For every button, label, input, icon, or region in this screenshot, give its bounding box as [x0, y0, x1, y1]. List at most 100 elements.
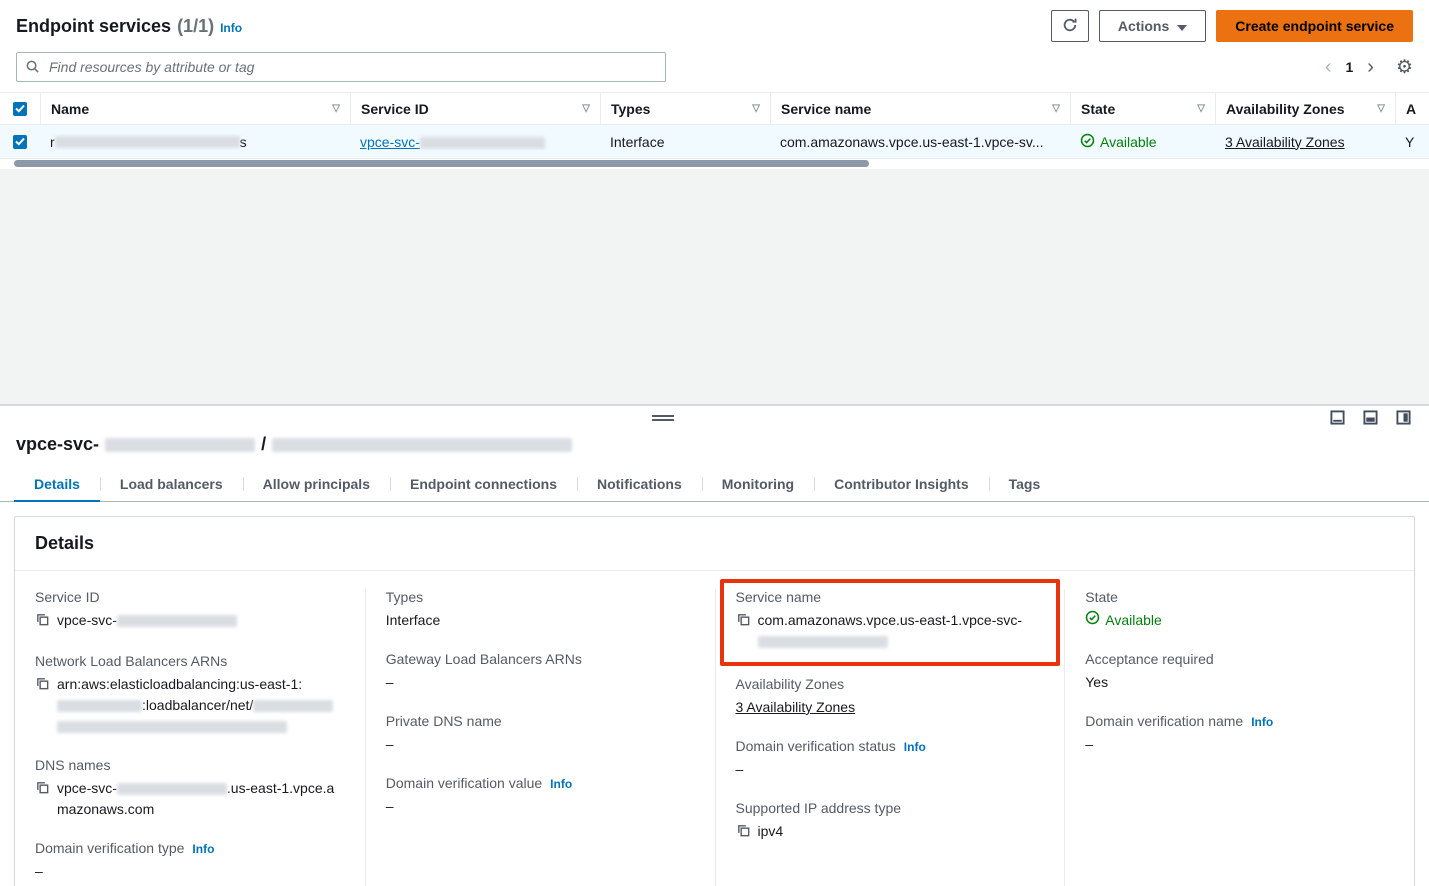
info-link[interactable]: Info	[192, 842, 214, 856]
field-supported-ip-type: Supported IP address type ipv4	[736, 800, 1045, 844]
column-header-state[interactable]: State▽	[1070, 93, 1215, 124]
field-types: Types Interface	[386, 589, 695, 631]
column-header-types[interactable]: Types▽	[600, 93, 770, 124]
details-columns: Service ID vpce-svc- Network Load Balanc…	[15, 571, 1414, 886]
column-header-name[interactable]: Name▽	[40, 93, 350, 124]
field-service-name: Service name com.amazonaws.vpce.us-east-…	[736, 589, 1045, 652]
horizontal-scrollbar-thumb[interactable]	[14, 160, 869, 167]
state-text: Available	[1100, 134, 1157, 150]
create-endpoint-service-button[interactable]: Create endpoint service	[1216, 10, 1413, 42]
filter-caret-icon[interactable]: ▽	[332, 103, 340, 114]
row-name-cell: rs	[40, 134, 350, 150]
copy-icon[interactable]	[35, 676, 50, 697]
copy-icon[interactable]	[35, 780, 50, 801]
tab-monitoring[interactable]: Monitoring	[702, 467, 814, 501]
tab-load-balancers[interactable]: Load balancers	[100, 467, 243, 501]
row-service-name-cell: com.amazonaws.vpce.us-east-1.vpce-sv...	[770, 134, 1070, 150]
redacted-text	[57, 700, 142, 712]
info-link[interactable]: Info	[1251, 715, 1273, 729]
previous-page-icon[interactable]: ‹	[1325, 57, 1332, 77]
select-all-checkbox[interactable]	[0, 102, 40, 116]
tab-endpoint-connections[interactable]: Endpoint connections	[390, 467, 577, 501]
row-types-cell: Interface	[600, 134, 770, 150]
filter-caret-icon[interactable]: ▽	[1197, 103, 1205, 114]
field-private-dns-name: Private DNS name –	[386, 713, 695, 755]
copy-icon[interactable]	[736, 612, 751, 633]
info-link[interactable]: Info	[550, 777, 572, 791]
header-info-link[interactable]: Info	[220, 21, 242, 35]
filter-caret-icon[interactable]: ▽	[752, 103, 760, 114]
split-panel-drag-handle[interactable]	[652, 415, 674, 421]
tab-allow-principals[interactable]: Allow principals	[243, 467, 390, 501]
field-domain-verification-name: Domain verification nameInfo –	[1085, 713, 1394, 755]
refresh-button[interactable]	[1051, 10, 1089, 42]
next-page-icon[interactable]: ›	[1367, 57, 1374, 77]
horizontal-scrollbar	[0, 159, 1429, 169]
field-domain-verification-status: Domain verification statusInfo –	[736, 738, 1045, 780]
actions-button[interactable]: Actions	[1099, 10, 1206, 42]
availability-zones-link[interactable]: 3 Availability Zones	[736, 697, 856, 718]
checkbox-checked-icon[interactable]	[13, 135, 27, 149]
row-service-id-cell: vpce-svc-	[350, 134, 600, 150]
search-icon	[25, 59, 40, 77]
checkbox-checked-icon[interactable]	[13, 102, 27, 116]
filter-caret-icon[interactable]: ▽	[1052, 103, 1060, 114]
details-column-3: Service name com.amazonaws.vpce.us-east-…	[715, 589, 1065, 886]
field-nlb-arns: Network Load Balancers ARNs arn:aws:elas…	[35, 653, 345, 737]
details-column-1: Service ID vpce-svc- Network Load Balanc…	[15, 589, 365, 886]
redacted-text	[55, 136, 240, 148]
field-availability-zones: Availability Zones 3 Availability Zones	[736, 676, 1045, 718]
info-link[interactable]: Info	[904, 740, 926, 754]
redacted-text	[272, 438, 572, 452]
tab-tags[interactable]: Tags	[989, 467, 1061, 501]
redacted-text	[758, 636, 888, 648]
column-header-service-name[interactable]: Service name▽	[770, 93, 1070, 124]
state-text: Available	[1105, 610, 1162, 631]
page-title: Endpoint services (1/1) Info	[16, 16, 242, 37]
field-domain-verification-value: Domain verification valueInfo –	[386, 775, 695, 817]
column-header-partial[interactable]: A	[1395, 93, 1429, 124]
caret-down-icon	[1177, 18, 1187, 34]
redacted-text	[117, 615, 237, 627]
field-state: State Available	[1085, 589, 1394, 631]
field-service-id: Service ID vpce-svc-	[35, 589, 345, 633]
column-header-availability-zones[interactable]: Availability Zones▽	[1215, 93, 1395, 124]
split-panel-bottom-icon[interactable]	[1363, 410, 1378, 428]
filter-caret-icon[interactable]: ▽	[1377, 103, 1385, 114]
actions-button-label: Actions	[1118, 18, 1169, 34]
column-header-service-id[interactable]: Service ID▽	[350, 93, 600, 124]
availability-zones-link[interactable]: 3 Availability Zones	[1225, 134, 1345, 150]
tab-details[interactable]: Details	[14, 467, 100, 501]
red-annotation-box: Service name com.amazonaws.vpce.us-east-…	[720, 579, 1061, 666]
split-panel-strip	[0, 406, 1429, 432]
redacted-text	[117, 783, 227, 795]
resource-count: (1/1)	[177, 16, 214, 37]
tab-contributor-insights[interactable]: Contributor Insights	[814, 467, 989, 501]
table-toolbar: ‹ 1 › ⚙	[0, 48, 1429, 92]
search-box	[16, 52, 666, 82]
filter-caret-icon[interactable]: ▽	[582, 103, 590, 114]
tab-notifications[interactable]: Notifications	[577, 467, 702, 501]
detail-tabs: Details Load balancers Allow principals …	[0, 467, 1429, 502]
table-settings-gear-icon[interactable]: ⚙	[1396, 56, 1413, 79]
service-id-link[interactable]: vpce-svc-	[360, 134, 545, 150]
current-page-number[interactable]: 1	[1345, 59, 1353, 75]
split-panel-title: vpce-svc- /	[0, 432, 1429, 467]
split-panel-collapse-icon[interactable]	[1330, 410, 1345, 428]
redacted-text	[420, 137, 545, 149]
details-card-heading: Details	[15, 517, 1414, 571]
field-glb-arns: Gateway Load Balancers ARNs –	[386, 651, 695, 693]
field-domain-verification-type: Domain verification typeInfo –	[35, 840, 345, 882]
content-empty-area	[0, 169, 1429, 404]
copy-icon[interactable]	[35, 612, 50, 633]
row-checkbox[interactable]	[0, 135, 40, 149]
copy-icon[interactable]	[736, 823, 751, 844]
page-title-text: Endpoint services	[16, 16, 171, 37]
search-input[interactable]	[16, 52, 666, 82]
table-row[interactable]: rs vpce-svc- Interface com.amazonaws.vpc…	[0, 125, 1429, 159]
split-panel-side-icon[interactable]	[1396, 410, 1411, 428]
header-actions: Actions Create endpoint service	[1051, 10, 1413, 42]
page-header: Endpoint services (1/1) Info Actions Cre…	[0, 0, 1429, 48]
row-partial-cell: Y	[1395, 134, 1429, 150]
redacted-text	[57, 721, 287, 733]
